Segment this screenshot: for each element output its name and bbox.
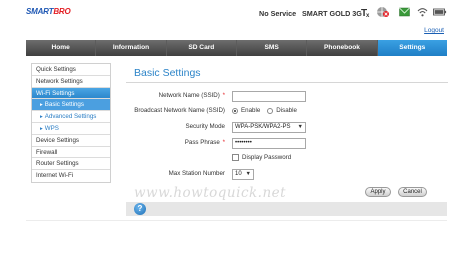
operator-name: SMART GOLD 3G bbox=[302, 9, 362, 18]
tab-home[interactable]: Home bbox=[26, 40, 97, 56]
tab-information[interactable]: Information bbox=[96, 40, 167, 56]
broadcast-disable-radio[interactable] bbox=[267, 107, 274, 114]
apply-button[interactable]: Apply bbox=[365, 187, 391, 197]
sidebar-item-wps[interactable]: ▸ WPS bbox=[32, 123, 110, 135]
help-bar: ? bbox=[126, 202, 447, 216]
broadcast-label: Broadcast Network Name (SSID) bbox=[134, 107, 225, 114]
broadcast-enable-label: Enable bbox=[241, 107, 261, 114]
title-divider bbox=[126, 82, 448, 83]
sidebar-item-label: WPS bbox=[44, 124, 59, 132]
passphrase-label-text: Pass Phrase bbox=[184, 139, 220, 146]
tab-sms[interactable]: SMS bbox=[237, 40, 308, 56]
max-station-select[interactable]: 10 ▼ bbox=[232, 169, 254, 180]
svg-text:x: x bbox=[366, 13, 370, 18]
broadcast-row: Broadcast Network Name (SSID) Enable Dis… bbox=[126, 106, 448, 118]
arrow-right-icon: ▸ bbox=[40, 102, 43, 109]
passphrase-row: Pass Phrase * •••••••• bbox=[126, 138, 448, 150]
sidebar-item-router-settings[interactable]: Router Settings bbox=[32, 158, 110, 171]
security-mode-label: Security Mode bbox=[185, 123, 225, 130]
sidebar-item-device-settings[interactable]: Device Settings bbox=[32, 135, 110, 147]
cancel-button[interactable]: Cancel bbox=[398, 187, 427, 197]
ssid-input[interactable] bbox=[232, 91, 306, 102]
sms-envelope-icon[interactable] bbox=[399, 6, 410, 18]
sidebar-item-basic-settings[interactable]: ▸ Basic Settings bbox=[32, 99, 110, 112]
sidebar-item-advanced-settings[interactable]: ▸ Advanced Settings bbox=[32, 111, 110, 123]
help-icon[interactable]: ? bbox=[134, 203, 146, 215]
ssid-row: Network Name (SSID) * bbox=[126, 91, 448, 103]
settings-sidebar: Quick Settings Network Settings Wi-Fi Se… bbox=[31, 63, 111, 183]
broadcast-disable-label: Disable bbox=[276, 107, 297, 114]
sidebar-item-network-settings[interactable]: Network Settings bbox=[32, 76, 110, 88]
passphrase-input[interactable]: •••••••• bbox=[232, 138, 306, 149]
chevron-down-icon: ▼ bbox=[245, 171, 251, 177]
required-mark: * bbox=[222, 92, 225, 99]
logo-text-right: BRO bbox=[53, 7, 71, 16]
page-title: Basic Settings bbox=[134, 67, 201, 79]
sidebar-item-label: Advanced Settings bbox=[44, 113, 97, 121]
sidebar-item-internet-wifi[interactable]: Internet Wi-Fi bbox=[32, 170, 110, 182]
security-mode-value: WPA-PSK/WPA2-PS bbox=[235, 124, 291, 130]
top-status-bar: SMARTBRO No Service SMART GOLD 3G T x bbox=[0, 0, 474, 26]
sidebar-item-quick-settings[interactable]: Quick Settings bbox=[32, 64, 110, 76]
sidebar-item-wifi-settings[interactable]: Wi-Fi Settings bbox=[32, 87, 110, 100]
max-station-row: Max Station Number 10 ▼ bbox=[126, 169, 448, 181]
passphrase-label: Pass Phrase * bbox=[185, 139, 225, 146]
security-row: Security Mode WPA-PSK/WPA2-PS ▼ bbox=[126, 122, 448, 134]
ssid-label-text: Network Name (SSID) bbox=[158, 92, 220, 99]
wifi-icon bbox=[417, 8, 428, 17]
smart-bro-logo: SMARTBRO bbox=[26, 7, 71, 16]
max-station-value: 10 bbox=[235, 171, 242, 177]
tab-settings[interactable]: Settings bbox=[377, 40, 447, 56]
ssid-label: Network Name (SSID) * bbox=[159, 92, 225, 99]
footer-divider bbox=[26, 220, 447, 221]
arrow-right-icon: ▸ bbox=[40, 114, 43, 121]
broadcast-radio-group: Enable Disable bbox=[232, 107, 297, 114]
tab-phonebook[interactable]: Phonebook bbox=[307, 40, 378, 56]
logo-text-left: SMART bbox=[26, 7, 54, 16]
max-station-label: Max Station Number bbox=[168, 170, 225, 177]
sidebar-item-firewall[interactable]: Firewall bbox=[32, 147, 110, 159]
required-mark: * bbox=[222, 139, 225, 146]
disconnected-globe-icon bbox=[377, 7, 389, 17]
watermark-text: www.howtoquick.net bbox=[134, 185, 287, 201]
display-password-checkbox[interactable] bbox=[232, 154, 239, 161]
main-nav: Home Information SD Card SMS Phonebook S… bbox=[26, 40, 447, 56]
broadcast-enable-radio[interactable] bbox=[232, 107, 238, 114]
service-status: No Service bbox=[259, 9, 297, 18]
display-password-row: Display Password bbox=[126, 153, 448, 165]
logout-link[interactable]: Logout bbox=[424, 27, 444, 34]
battery-icon bbox=[433, 8, 447, 16]
sidebar-item-label: Basic Settings bbox=[44, 101, 84, 109]
no-signal-tx-icon: T x bbox=[361, 8, 370, 18]
arrow-right-icon: ▸ bbox=[40, 125, 43, 132]
tab-sd-card[interactable]: SD Card bbox=[167, 40, 237, 56]
display-password-label: Display Password bbox=[242, 154, 292, 161]
chevron-down-icon: ▼ bbox=[297, 124, 303, 130]
security-mode-select[interactable]: WPA-PSK/WPA2-PS ▼ bbox=[232, 122, 306, 133]
